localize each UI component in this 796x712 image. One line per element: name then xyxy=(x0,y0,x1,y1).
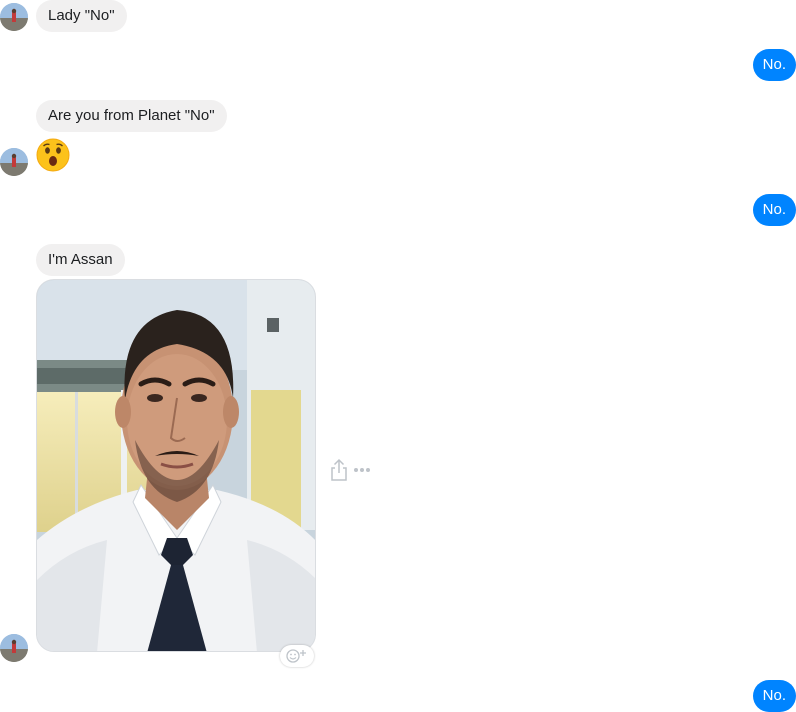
shared-photo[interactable] xyxy=(36,279,316,652)
contact-avatar[interactable] xyxy=(0,634,28,662)
outgoing-message[interactable]: No. xyxy=(752,680,796,712)
astonished-face-icon[interactable] xyxy=(36,138,70,172)
incoming-message[interactable]: Lady "No" xyxy=(36,0,127,32)
outgoing-message[interactable]: No. xyxy=(752,49,796,81)
contact-avatar[interactable] xyxy=(0,148,28,176)
share-icon[interactable] xyxy=(330,458,348,482)
chat-thread: Lady "No" No. Are you from Planet "No" N… xyxy=(0,0,796,712)
incoming-message[interactable]: Are you from Planet "No" xyxy=(36,100,227,132)
incoming-message[interactable]: I'm Assan xyxy=(36,244,125,276)
contact-avatar[interactable] xyxy=(0,3,28,31)
more-options-icon[interactable] xyxy=(353,463,371,475)
outgoing-message[interactable]: No. xyxy=(752,194,796,226)
add-reaction-icon[interactable] xyxy=(280,645,314,667)
